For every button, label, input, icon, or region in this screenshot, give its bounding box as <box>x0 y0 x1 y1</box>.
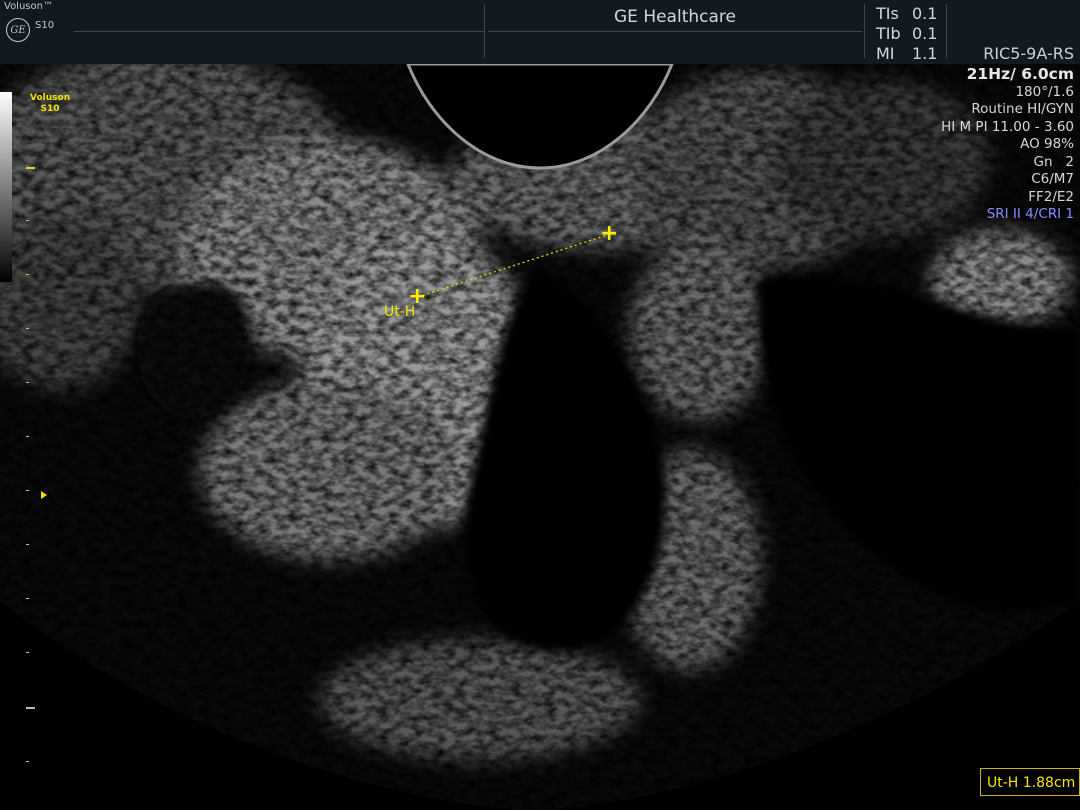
param-line: HI M PI 11.00 - 3.60 <box>941 118 1074 135</box>
acquisition-parameters: 21Hz/ 6.0cm 180°/1.6 Routine HI/GYN HI M… <box>941 65 1074 224</box>
caliper-label: Ut-H <box>384 304 416 320</box>
caliper-cross-icon[interactable]: + <box>600 223 618 245</box>
header-divider <box>74 31 484 32</box>
header-divider <box>864 4 865 58</box>
header-divider <box>946 4 947 58</box>
depth-tick <box>26 707 35 709</box>
brand-label: Voluson™ <box>4 1 53 12</box>
depth-tick <box>26 598 29 599</box>
mi-index: MI 1.1 <box>876 44 938 63</box>
param-line: AO 98% <box>1020 136 1074 152</box>
depth-tick <box>26 761 29 762</box>
param-line: C6/M7 <box>1031 171 1074 187</box>
depth-tick <box>26 652 29 653</box>
param-line: Routine HI/GYN <box>971 101 1074 117</box>
depth-tick <box>26 274 29 275</box>
manufacturer-label: GE Healthcare <box>614 7 736 27</box>
depth-tick <box>26 544 29 545</box>
param-line: 180°/1.6 <box>1015 83 1074 100</box>
depth-tick <box>26 220 29 221</box>
frame-rate-depth: 21Hz/ 6.0cm <box>966 65 1074 83</box>
sri-setting: SRI II 4/CRI 1 <box>986 206 1074 222</box>
measurement-result: Ut-H 1.88cm <box>980 768 1080 796</box>
grayscale-label: Voluson S10 <box>30 93 71 114</box>
model-label: S10 <box>35 20 55 31</box>
param-line: FF2/E2 <box>1028 188 1074 205</box>
depth-tick <box>26 436 29 437</box>
ge-logo-icon: GE <box>6 18 30 42</box>
depth-tick <box>26 490 29 491</box>
grayscale-bar <box>0 92 12 282</box>
probe-label: RIC5-9A-RS <box>983 44 1074 63</box>
header-divider <box>488 31 862 32</box>
depth-tick <box>26 328 29 329</box>
header-divider <box>484 4 485 58</box>
param-line: Gn 2 <box>1033 153 1074 170</box>
tib-index: TIb 0.1 <box>876 24 938 43</box>
depth-tick <box>26 167 35 169</box>
focus-marker-icon[interactable] <box>41 491 47 499</box>
header-bar: Voluson™ GE S10 GE Healthcare TIs 0.1 TIb… <box>0 0 1080 64</box>
tis-index: TIs 0.1 <box>876 4 938 23</box>
depth-tick <box>26 382 29 383</box>
ultrasound-image <box>0 64 1080 810</box>
